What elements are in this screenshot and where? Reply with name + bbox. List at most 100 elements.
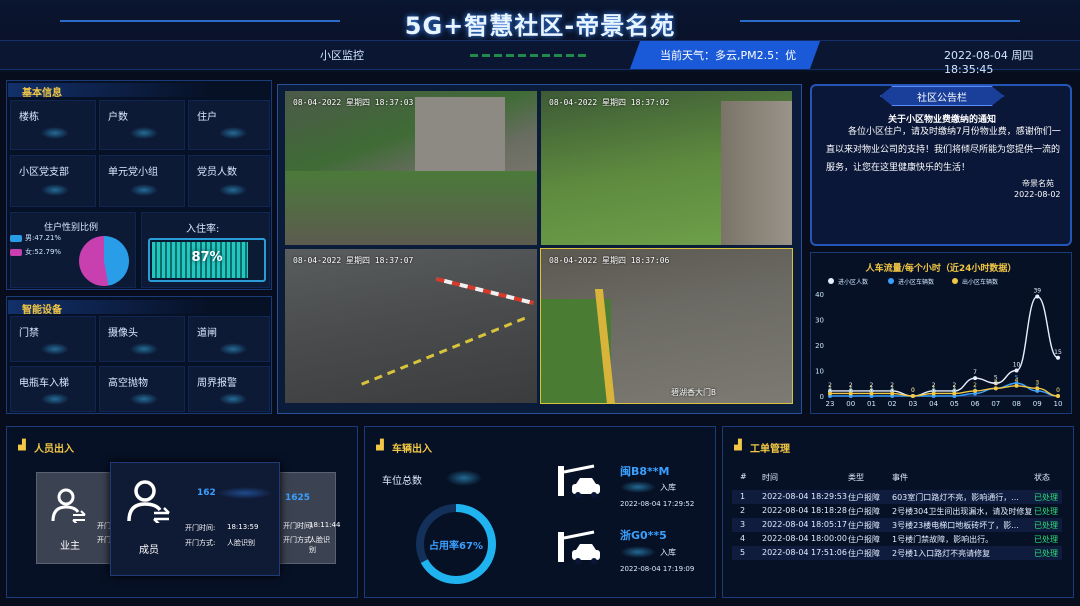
row-status: 已处理 (1034, 521, 1058, 530)
member-label: 成员 (139, 545, 159, 556)
y-tick-label: 0 (820, 393, 824, 401)
y-tick-label: 40 (815, 291, 824, 299)
device-cell-ebike[interactable]: 电瓶车入梯 (10, 366, 96, 412)
cell-label: 电瓶车入梯 (19, 378, 69, 389)
wall-shape (721, 101, 792, 245)
series-point (828, 391, 832, 396)
device-cell-falling-object[interactable]: 高空抛物 (99, 366, 185, 412)
x-tick-label: 08 (1012, 400, 1021, 408)
barrier-arm (436, 276, 534, 306)
col-header-time: 时间 (762, 473, 778, 482)
blurred-plate (620, 546, 656, 558)
row-event: 3号楼23楼电梯口地板砖坏了，影... (892, 521, 1019, 530)
blurred-value (219, 393, 247, 405)
occupancy-title: 入住率: (186, 224, 220, 235)
row-time: 2022-08-04 18:29:53 (762, 492, 847, 501)
row-type: 住户报障 (848, 549, 880, 558)
table-row[interactable]: 2 2022-08-04 18:18:28 住户报障 2号楼304卫生间出现漏水… (732, 504, 1062, 518)
chart-title: 人车流量/每个小时（近24小时数据） (865, 264, 1017, 274)
data-label: 2 (973, 382, 977, 389)
notice-date: 2022-08-02 (1014, 190, 1061, 199)
blurred-value (130, 393, 158, 405)
camera-feed-1[interactable]: 08-04-2022 星期四 18:37:03 (284, 90, 538, 246)
data-label: 1 (890, 384, 894, 391)
notice-line-1: 各位小区住户，请及时缴纳7月份物业费，感谢你们一 (848, 127, 1061, 137)
data-label: 1 (849, 384, 853, 391)
table-row[interactable]: 5 2022-08-04 17:51:06 住户报障 2号楼1入口路灯不亮请修复… (732, 546, 1062, 560)
blurred-value (130, 184, 158, 196)
cell-label: 道闸 (197, 328, 217, 339)
usage-label: 占用率67% (429, 541, 483, 552)
series-point (869, 391, 874, 396)
camera-feed-2[interactable]: 08-04-2022 星期四 18:37:02 (540, 90, 793, 246)
row-status: 已处理 (1034, 507, 1058, 516)
row-time: 2022-08-04 18:18:28 (762, 506, 847, 515)
datetime: 2022-08-04 周四 18:35:45 (944, 49, 1034, 76)
row-event: 2号楼1入口路灯不亮请修复 (892, 549, 991, 558)
row-event: 2号楼304卫生间出现漏水，请及时修复 (892, 507, 1033, 516)
notice-line-2: 直以来对物业公司的支持！我们将倾尽所能为您提供一流的 (826, 145, 1061, 155)
devices-title: 智能设备 (22, 305, 62, 316)
front-entry-card: 成员 162 开门时间: 18:13:59 开门方式: 人脸识别 (110, 462, 280, 576)
y-tick-label: 30 (815, 317, 824, 325)
plate-1: 闽B8**M (620, 465, 670, 478)
series-point (890, 391, 895, 396)
page-title: 5G+智慧社区-帝景名苑 (404, 12, 676, 40)
series-line-0 (829, 295, 1059, 397)
road-marking (360, 315, 530, 386)
col-header-event: 事件 (892, 473, 908, 482)
info-cell-party-branch: 小区党支部 (10, 155, 96, 207)
series-point (1014, 383, 1019, 388)
back-open-time: 18:11:44 (309, 521, 341, 529)
x-tick-label: 23 (826, 400, 835, 408)
info-cell-party-members: 党员人数 (188, 155, 270, 207)
data-label: 1 (870, 384, 874, 391)
cell-label: 小区党支部 (19, 167, 69, 178)
data-label: 1 (828, 384, 832, 391)
monitor-label: 小区监控 (320, 49, 364, 62)
table-row[interactable]: 3 2022-08-04 18:05:17 住户报障 3号楼23楼电梯口地板砖坏… (732, 518, 1062, 532)
cell-label: 高空抛物 (108, 378, 148, 389)
camera-feed-3[interactable]: 08-04-2022 星期四 18:37:07 (284, 248, 538, 404)
col-header-status: 状态 (1034, 473, 1050, 482)
device-cell-barrier[interactable]: 道闸 (188, 316, 270, 362)
blurred-value (219, 127, 247, 139)
male-legend-swatch (10, 235, 22, 242)
camera-feed-4[interactable]: 08-04-2022 星期四 18:37:06 碧湖香大门B (540, 248, 793, 404)
blurred-total (446, 470, 482, 486)
cell-label: 单元党小组 (108, 167, 158, 178)
x-tick-label: 04 (929, 400, 938, 408)
occupancy-bar: 87% (148, 238, 266, 282)
x-tick-label: 10 (1054, 400, 1063, 408)
row-type: 住户报障 (848, 493, 880, 502)
title-left-line (60, 20, 340, 22)
gender-ratio-title: 住户性别比例 (44, 223, 99, 233)
x-tick-label: 07 (991, 400, 1000, 408)
x-tick-label: 05 (950, 400, 959, 408)
gender-pie (79, 236, 129, 286)
series-point (973, 376, 978, 381)
table-row[interactable]: 1 2022-08-04 18:29:53 住户报障 603室门口路灯不亮，影响… (732, 490, 1062, 504)
series-point (910, 394, 915, 398)
x-tick-label: 01 (867, 400, 876, 408)
series-point (973, 388, 978, 393)
device-cell-access[interactable]: 门禁 (10, 316, 96, 362)
chart-bar-icon: ▟ (18, 440, 26, 451)
nav-decoration (470, 54, 590, 57)
series-point (1014, 368, 1019, 373)
device-cell-perimeter[interactable]: 周界报警 (188, 366, 270, 412)
row-time: 2022-08-04 18:00:00 (762, 534, 847, 543)
notice-title: 社区公告栏 (917, 93, 967, 104)
data-label: 3 (994, 379, 998, 386)
table-row[interactable]: 4 2022-08-04 18:00:00 住户报障 1号楼门禁故障，影响出行。… (732, 532, 1062, 546)
row-event: 1号楼门禁故障，影响出行。 (892, 535, 994, 544)
member-id: 162 (197, 488, 216, 498)
device-cell-camera[interactable]: 摄像头 (99, 316, 185, 362)
row-status: 已处理 (1034, 549, 1058, 558)
row-status: 已处理 (1034, 493, 1058, 502)
blurred-value (41, 343, 69, 355)
chart-bar-icon: ▟ (734, 440, 742, 451)
row-type: 住户报障 (848, 535, 880, 544)
car-gate-icon (558, 464, 600, 498)
entry-time-1: 2022-08-04 17:29:52 (620, 500, 695, 508)
